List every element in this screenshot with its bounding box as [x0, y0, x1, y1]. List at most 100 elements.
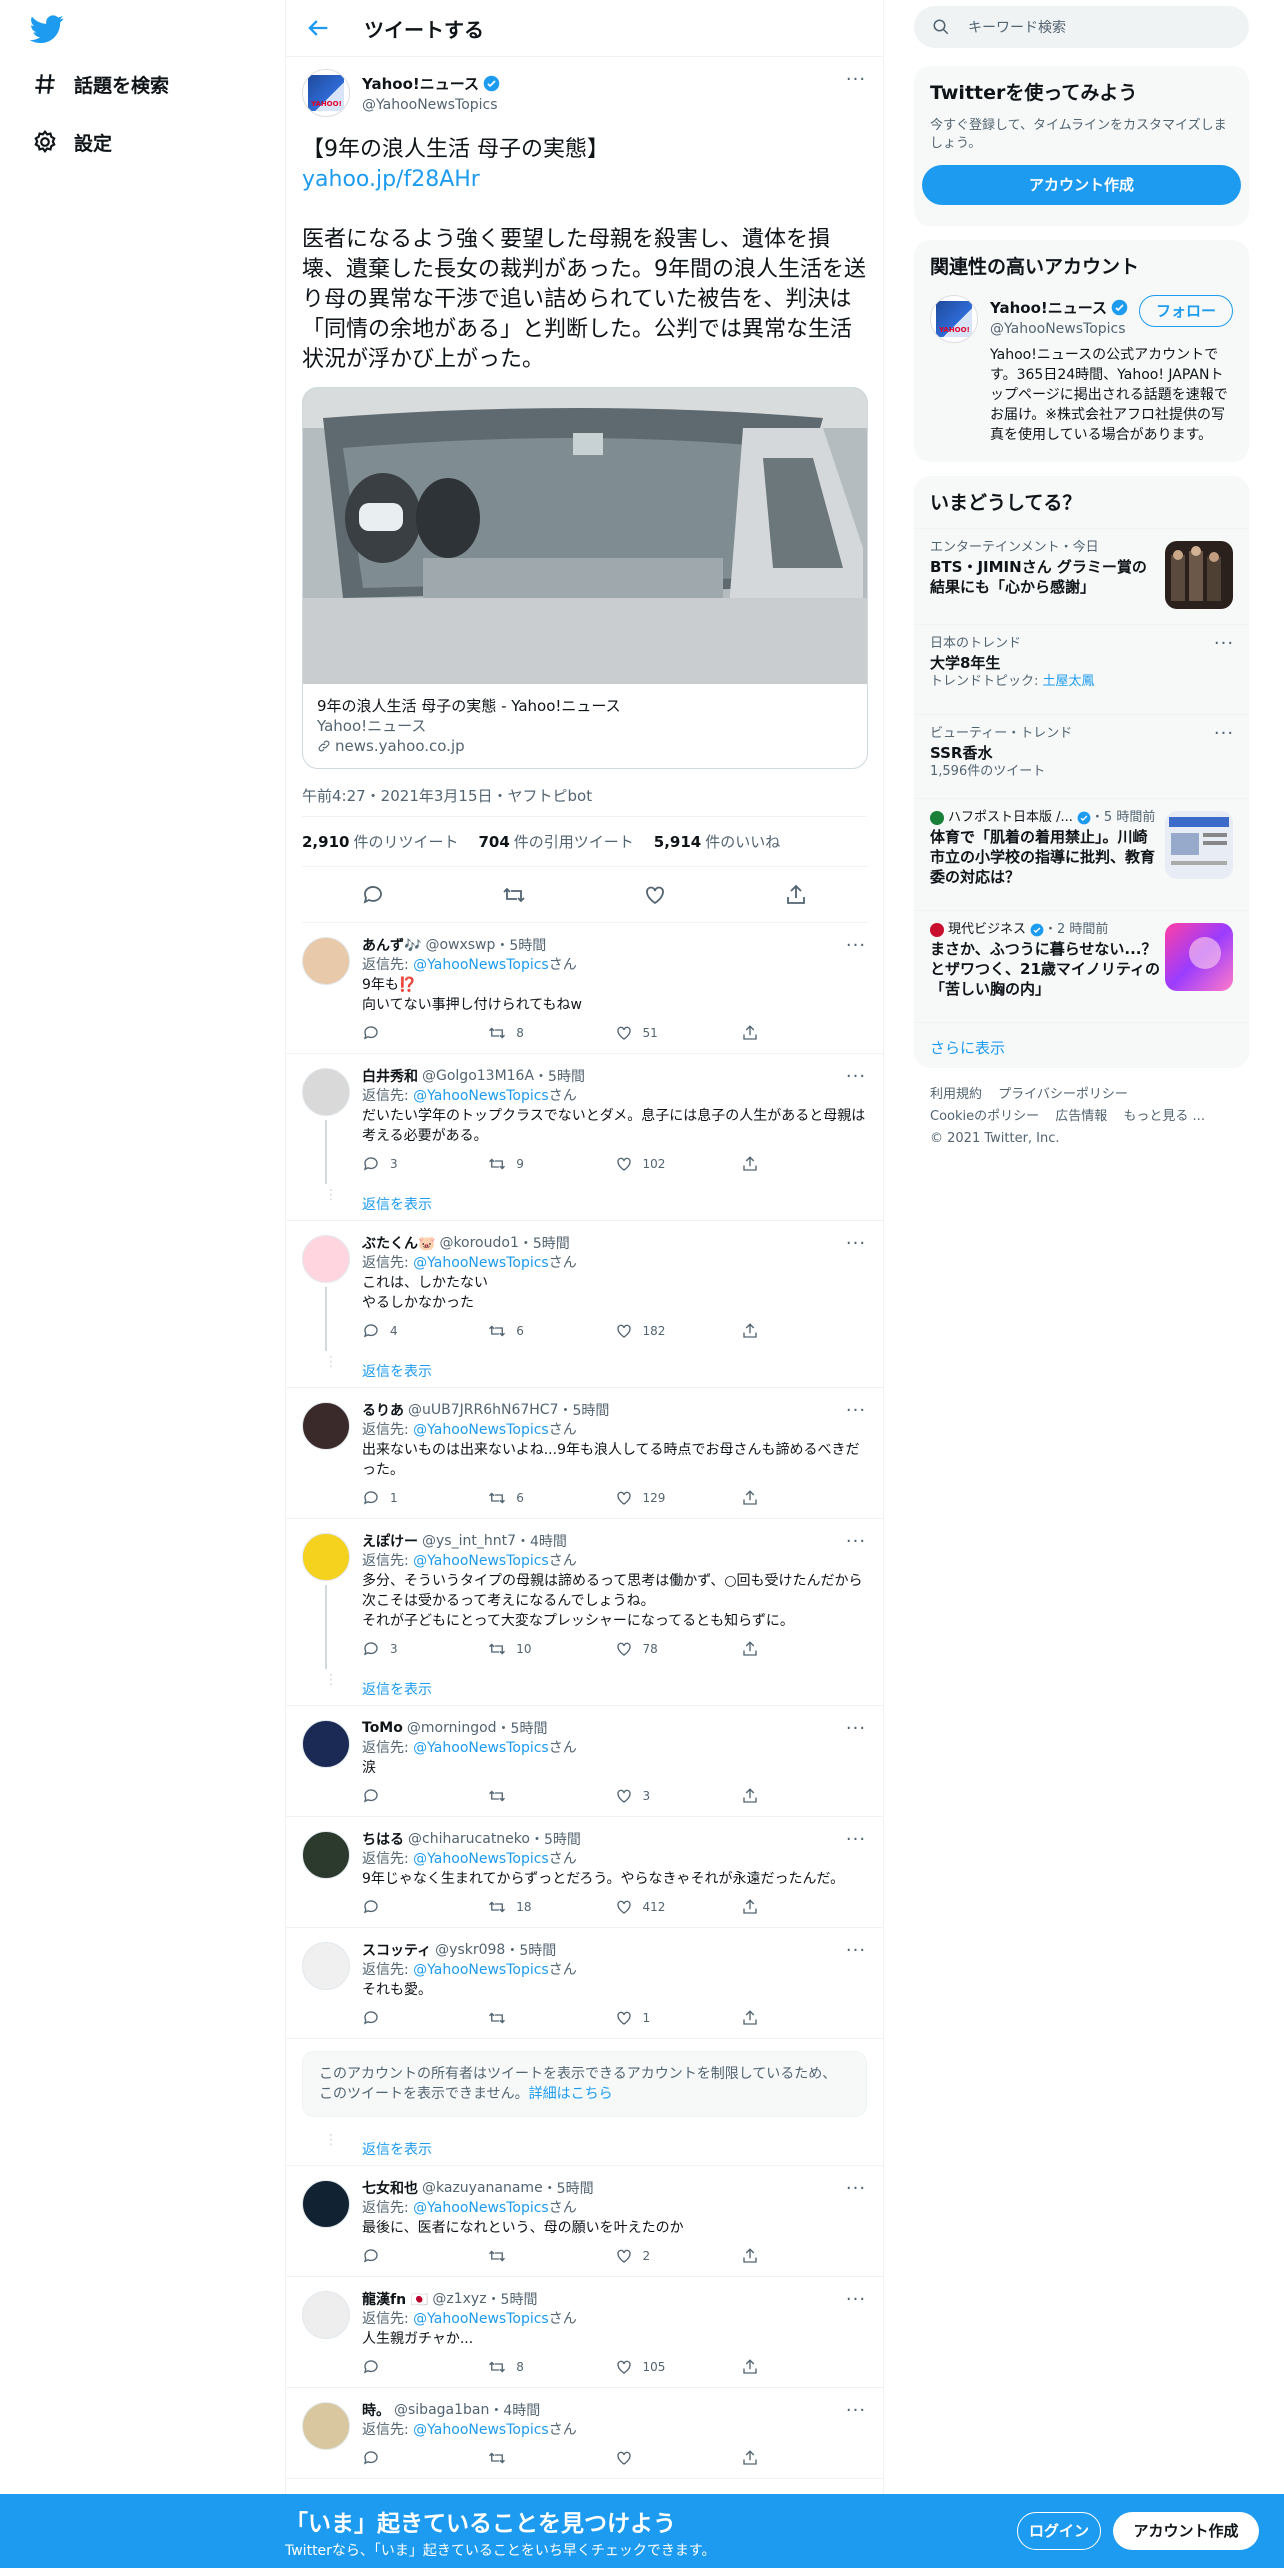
retweet-button[interactable]: 6	[488, 1322, 614, 1340]
retweet-button[interactable]	[488, 2009, 614, 2027]
reply-button[interactable]	[362, 2449, 488, 2467]
reply-time[interactable]: ・5時間	[495, 935, 546, 955]
reply-author-handle[interactable]: @morningod	[407, 1720, 497, 1736]
avatar[interactable]	[302, 937, 350, 985]
trend-item[interactable]: ハフポスト日本版 /... ・5 時間前 体育で「肌着の着用禁止」。川崎市立の小…	[914, 798, 1249, 910]
retweet-button[interactable]: 9	[488, 1155, 614, 1173]
like-button[interactable]	[615, 2449, 741, 2467]
more-options-icon[interactable]: ···	[1213, 633, 1235, 655]
reply-author-name[interactable]: えぽけー	[362, 1531, 418, 1551]
retweet-button[interactable]	[488, 2247, 614, 2265]
reply-author-name[interactable]: 龍漢fn 🇯🇵	[362, 2289, 428, 2309]
more-options-icon[interactable]: ···	[845, 2400, 867, 2422]
like-button[interactable]: 412	[615, 1898, 741, 1916]
reply-tweet[interactable]: 白井秀和 @Golgo13M16A ・5時間 ··· 返信先: @YahooNewsTo…	[286, 1054, 883, 1184]
reply-button[interactable]	[362, 2009, 488, 2027]
reply-author-name[interactable]: 七女和也	[362, 2178, 418, 2198]
avatar[interactable]	[302, 1533, 350, 1581]
reply-button[interactable]	[362, 2358, 488, 2376]
reply-to-handle[interactable]: @YahooNewsTopics	[413, 1962, 549, 1978]
reply-to-handle[interactable]: @YahooNewsTopics	[413, 1088, 549, 1104]
reply-time[interactable]: ・4時間	[489, 2400, 540, 2420]
share-button[interactable]	[741, 1489, 867, 1507]
like-button[interactable]: 129	[615, 1489, 741, 1507]
reply-button[interactable]	[362, 1787, 488, 1805]
reply-to-handle[interactable]: @YahooNewsTopics	[413, 1255, 549, 1271]
reply-author-handle[interactable]: @Golgo13M16A	[422, 1068, 534, 1084]
avatar[interactable]	[302, 1942, 350, 1990]
reply-to-handle[interactable]: @YahooNewsTopics	[413, 1851, 549, 1867]
like-icon[interactable]	[643, 883, 667, 907]
retweet-button[interactable]: 8	[488, 1024, 614, 1042]
avatar[interactable]	[302, 1235, 350, 1283]
reply-author-name[interactable]: あんず🎶	[362, 935, 421, 955]
footer-link[interactable]: プライバシーポリシー	[998, 1087, 1128, 1102]
trend-item[interactable]: ビューティー・トレンド SSR香水 1,596件のツイート ···	[914, 714, 1249, 798]
reply-button[interactable]: 1	[362, 1489, 488, 1507]
more-options-icon[interactable]: ···	[845, 1829, 867, 1851]
more-options-icon[interactable]: ···	[845, 1233, 867, 1255]
more-options-icon[interactable]: ···	[845, 2289, 867, 2311]
reply-button[interactable]: 3	[362, 1155, 488, 1173]
search-input[interactable]: キーワード検索	[914, 6, 1249, 48]
follow-button[interactable]: フォロー	[1139, 295, 1233, 327]
reply-time[interactable]: ・5時間	[519, 1233, 570, 1253]
share-button[interactable]	[741, 2009, 867, 2027]
avatar[interactable]	[302, 2291, 350, 2339]
reply-author-handle[interactable]: @kazuyananame	[422, 2180, 543, 2196]
footer-link[interactable]: もっと見る ...	[1123, 1109, 1205, 1124]
reply-to-handle[interactable]: @YahooNewsTopics	[413, 2200, 549, 2216]
login-button[interactable]: ログイン	[1017, 2512, 1101, 2550]
reply-tweet[interactable]: 龍漢fn 🇯🇵 @z1xyz ・5時間 ··· 返信先: @YahooNewsTopic…	[286, 2277, 883, 2388]
more-options-icon[interactable]: ···	[845, 1400, 867, 1422]
reply-author-handle[interactable]: @chiharucatneko	[408, 1831, 530, 1847]
more-options-icon[interactable]: ···	[845, 935, 867, 957]
share-button[interactable]	[741, 1024, 867, 1042]
show-replies-link[interactable]: ⋮ 返信を表示	[286, 1669, 883, 1706]
reply-button[interactable]	[362, 2247, 488, 2265]
retweet-button[interactable]: 8	[488, 2358, 614, 2376]
like-button[interactable]: 3	[615, 1787, 741, 1805]
reply-time[interactable]: ・5時間	[497, 1718, 548, 1738]
retweet-button[interactable]: 18	[488, 1898, 614, 1916]
reply-author-handle[interactable]: @uUB7JRR6hN67HC7	[408, 1402, 559, 1418]
retweet-button[interactable]	[488, 1787, 614, 1805]
related-account[interactable]: YAHOO! Yahoo!ニュース @YahooNewsTopics フォロー …	[914, 291, 1249, 455]
show-more-link[interactable]: さらに表示	[914, 1022, 1249, 1068]
retweet-button[interactable]: 10	[488, 1640, 614, 1658]
trend-item[interactable]: 日本のトレンド 大学8年生 トレンドトピック: 土屋太鳳 ···	[914, 624, 1249, 714]
show-replies-link[interactable]: ⋮ 返信を表示	[286, 1184, 883, 1221]
reply-author-handle[interactable]: @z1xyz	[432, 2291, 486, 2307]
nav-explore[interactable]: 話題を検索	[30, 64, 169, 104]
share-button[interactable]	[741, 2247, 867, 2265]
like-button[interactable]: 78	[615, 1640, 741, 1658]
reply-author-name[interactable]: 時。	[362, 2400, 390, 2420]
footer-link[interactable]: 広告情報	[1055, 1109, 1107, 1124]
reply-button[interactable]	[362, 1024, 488, 1042]
retweet-button[interactable]	[488, 2449, 614, 2467]
reply-author-handle[interactable]: @koroudo1	[439, 1235, 518, 1251]
footer-link[interactable]: Cookieのポリシー	[930, 1109, 1039, 1124]
retweet-button[interactable]: 6	[488, 1489, 614, 1507]
avatar[interactable]	[302, 1402, 350, 1450]
like-button[interactable]: 1	[615, 2009, 741, 2027]
link-card[interactable]: 9年の浪人生活 母子の実態 - Yahoo!ニュース Yahoo!ニュース ne…	[302, 387, 868, 769]
reply-tweet[interactable]: ToMo @morningod ・5時間 ··· 返信先: @YahooNewsTopi…	[286, 1706, 883, 1817]
reply-author-handle[interactable]: @ys_int_hnt7	[422, 1533, 516, 1549]
reply-author-name[interactable]: スコッティ	[362, 1940, 431, 1960]
reply-button[interactable]: 3	[362, 1640, 488, 1658]
reply-author-handle[interactable]: @owxswp	[425, 937, 495, 953]
more-options-icon[interactable]: ···	[845, 2178, 867, 2200]
learn-more-link[interactable]: 詳細はこちら	[529, 2086, 613, 2102]
trend-item[interactable]: 現代ビジネス ・2 時間前 まさか、ふつうに暮らせない...？とザワつく、21歳…	[914, 910, 1249, 1022]
reply-time[interactable]: ・5時間	[487, 2289, 538, 2309]
like-button[interactable]: 182	[615, 1322, 741, 1340]
reply-author-name[interactable]: 白井秀和	[362, 1066, 418, 1086]
reply-button[interactable]	[362, 1898, 488, 1916]
retweet-icon[interactable]	[502, 883, 526, 907]
reply-icon[interactable]	[361, 883, 385, 907]
show-replies-link[interactable]: ⋮ 返信を表示	[286, 1351, 883, 1388]
reply-tweet[interactable]: スコッティ @yskr098 ・5時間 ··· 返信先: @YahooNewsTopic…	[286, 1928, 883, 2039]
reply-tweet[interactable]: ぶたくん🐷 @koroudo1 ・5時間 ··· 返信先: @YahooNewsTopi…	[286, 1221, 883, 1351]
reply-tweet[interactable]: ちはる @chiharucatneko ・5時間 ··· 返信先: @YahooNews…	[286, 1817, 883, 1928]
